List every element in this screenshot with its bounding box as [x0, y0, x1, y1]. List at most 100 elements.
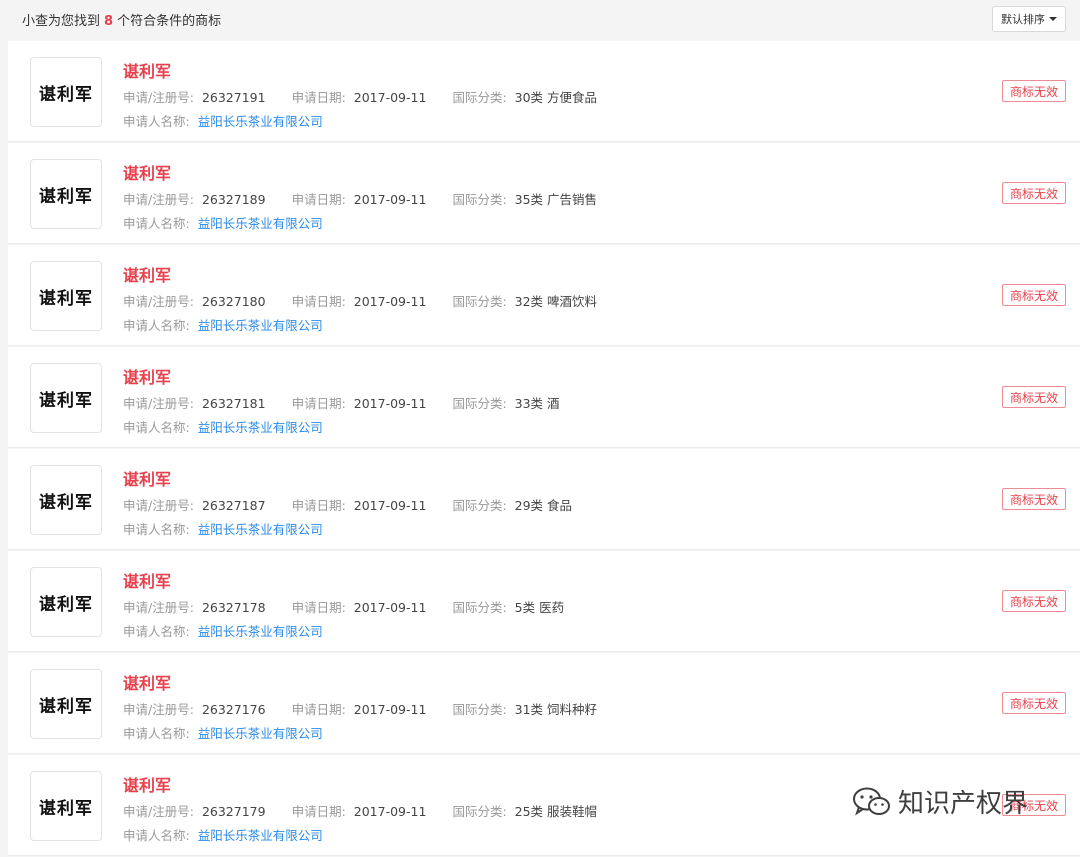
- applicant-row: 申请人名称: 益阳长乐茶业有限公司: [123, 519, 323, 538]
- applicant-row: 申请人名称: 益阳长乐茶业有限公司: [123, 315, 323, 334]
- trademark-logo[interactable]: 谌利军: [30, 567, 102, 637]
- reg-no-value: 26327180: [201, 294, 266, 309]
- applicant-row: 申请人名称: 益阳长乐茶业有限公司: [123, 621, 323, 640]
- trademark-name[interactable]: 谌利军: [123, 262, 171, 286]
- class-label: 国际分类:: [452, 498, 507, 513]
- class-value: 30类 方便食品: [514, 90, 598, 105]
- trademark-logo[interactable]: 谌利军: [30, 261, 102, 331]
- sort-label: 默认排序: [1001, 13, 1045, 26]
- status-badge[interactable]: 商标无效: [1002, 80, 1066, 102]
- status-badge[interactable]: 商标无效: [1002, 590, 1066, 612]
- status-badge[interactable]: 商标无效: [1002, 386, 1066, 408]
- date-value: 2017-09-11: [353, 498, 427, 513]
- applicant-label: 申请人名称:: [123, 726, 190, 741]
- reg-no-label: 申请/注册号:: [123, 90, 194, 105]
- trademark-meta: 申请/注册号: 26327180 申请日期: 2017-09-11 国际分类: 32类 啤…: [123, 291, 597, 310]
- applicant-row: 申请人名称: 益阳长乐茶业有限公司: [123, 825, 323, 844]
- status-badge[interactable]: 商标无效: [1002, 794, 1066, 816]
- applicant-link[interactable]: 益阳长乐茶业有限公司: [198, 726, 323, 741]
- reg-no-value: 26327178: [201, 600, 266, 615]
- reg-no-value: 26327191: [201, 90, 266, 105]
- applicant-link[interactable]: 益阳长乐茶业有限公司: [198, 624, 323, 639]
- trademark-logo[interactable]: 谌利军: [30, 159, 102, 229]
- status-badge[interactable]: 商标无效: [1002, 182, 1066, 204]
- date-label: 申请日期:: [291, 804, 346, 819]
- applicant-link[interactable]: 益阳长乐茶业有限公司: [198, 114, 323, 129]
- class-label: 国际分类:: [452, 600, 507, 615]
- trademark-meta: 申请/注册号: 26327176 申请日期: 2017-09-11 国际分类: 31类 饲…: [123, 699, 597, 718]
- trademark-meta: 申请/注册号: 26327189 申请日期: 2017-09-11 国际分类: 35类 广…: [123, 189, 597, 208]
- trademark-row[interactable]: 谌利军 谌利军 申请/注册号: 26327178 申请日期: 2017-09-11 国际…: [8, 551, 1080, 652]
- applicant-row: 申请人名称: 益阳长乐茶业有限公司: [123, 213, 323, 232]
- date-label: 申请日期:: [291, 294, 346, 309]
- trademark-row[interactable]: 谌利军 谌利军 申请/注册号: 26327180 申请日期: 2017-09-11 国际…: [8, 245, 1080, 346]
- trademark-logo[interactable]: 谌利军: [30, 363, 102, 433]
- applicant-row: 申请人名称: 益阳长乐茶业有限公司: [123, 417, 323, 436]
- date-label: 申请日期:: [291, 192, 346, 207]
- trademark-row[interactable]: 谌利军 谌利军 申请/注册号: 26327181 申请日期: 2017-09-11 国际…: [8, 347, 1080, 448]
- trademark-row[interactable]: 谌利军 谌利军 申请/注册号: 26327191 申请日期: 2017-09-11 国际…: [8, 41, 1080, 142]
- applicant-link[interactable]: 益阳长乐茶业有限公司: [198, 216, 323, 231]
- date-value: 2017-09-11: [353, 804, 427, 819]
- applicant-row: 申请人名称: 益阳长乐茶业有限公司: [123, 111, 323, 130]
- trademark-logo[interactable]: 谌利军: [30, 669, 102, 739]
- applicant-link[interactable]: 益阳长乐茶业有限公司: [198, 318, 323, 333]
- trademark-name[interactable]: 谌利军: [123, 670, 171, 694]
- reg-no-label: 申请/注册号:: [123, 804, 194, 819]
- applicant-label: 申请人名称:: [123, 828, 190, 843]
- date-value: 2017-09-11: [353, 702, 427, 717]
- trademark-logo[interactable]: 谌利军: [30, 771, 102, 841]
- results-summary: 小查为您找到 8 个符合条件的商标: [22, 10, 221, 29]
- trademark-logo[interactable]: 谌利军: [30, 57, 102, 127]
- reg-no-value: 26327176: [201, 702, 266, 717]
- trademark-name[interactable]: 谌利军: [123, 568, 171, 592]
- status-badge[interactable]: 商标无效: [1002, 284, 1066, 306]
- trademark-row[interactable]: 谌利军 谌利军 申请/注册号: 26327176 申请日期: 2017-09-11 国际…: [8, 653, 1080, 754]
- reg-no-value: 26327187: [201, 498, 266, 513]
- trademark-logo[interactable]: 谌利军: [30, 465, 102, 535]
- applicant-link[interactable]: 益阳长乐茶业有限公司: [198, 828, 323, 843]
- trademark-name[interactable]: 谌利军: [123, 364, 171, 388]
- reg-no-value: 26327179: [201, 804, 266, 819]
- class-value: 25类 服装鞋帽: [514, 804, 598, 819]
- class-label: 国际分类:: [452, 396, 507, 411]
- summary-prefix: 小查为您找到: [22, 14, 101, 29]
- date-label: 申请日期:: [291, 702, 346, 717]
- trademark-name[interactable]: 谌利军: [123, 466, 171, 490]
- applicant-label: 申请人名称:: [123, 420, 190, 435]
- trademark-meta: 申请/注册号: 26327187 申请日期: 2017-09-11 国际分类: 29类 食…: [123, 495, 572, 514]
- trademark-list: 谌利军 谌利军 申请/注册号: 26327191 申请日期: 2017-09-11 国际…: [8, 41, 1080, 857]
- date-label: 申请日期:: [291, 396, 346, 411]
- applicant-row: 申请人名称: 益阳长乐茶业有限公司: [123, 723, 323, 742]
- trademark-row[interactable]: 谌利军 谌利军 申请/注册号: 26327179 申请日期: 2017-09-11 国际…: [8, 755, 1080, 856]
- applicant-label: 申请人名称:: [123, 624, 190, 639]
- reg-no-label: 申请/注册号:: [123, 396, 194, 411]
- date-value: 2017-09-11: [353, 192, 427, 207]
- date-value: 2017-09-11: [353, 396, 427, 411]
- trademark-row[interactable]: 谌利军 谌利军 申请/注册号: 26327187 申请日期: 2017-09-11 国际…: [8, 449, 1080, 550]
- applicant-link[interactable]: 益阳长乐茶业有限公司: [198, 420, 323, 435]
- trademark-row[interactable]: 谌利军 谌利军 申请/注册号: 26327189 申请日期: 2017-09-11 国际…: [8, 143, 1080, 244]
- date-label: 申请日期:: [291, 600, 346, 615]
- applicant-label: 申请人名称:: [123, 114, 190, 129]
- result-count: 8: [104, 14, 114, 29]
- class-label: 国际分类:: [452, 294, 507, 309]
- class-label: 国际分类:: [452, 702, 507, 717]
- trademark-name[interactable]: 谌利军: [123, 58, 171, 82]
- class-label: 国际分类:: [452, 192, 507, 207]
- reg-no-value: 26327189: [201, 192, 266, 207]
- trademark-name[interactable]: 谌利军: [123, 772, 171, 796]
- status-badge[interactable]: 商标无效: [1002, 488, 1066, 510]
- sort-dropdown[interactable]: 默认排序: [992, 6, 1066, 32]
- class-label: 国际分类:: [452, 90, 507, 105]
- trademark-meta: 申请/注册号: 26327181 申请日期: 2017-09-11 国际分类: 33类 酒: [123, 393, 560, 412]
- class-value: 5类 医药: [514, 600, 565, 615]
- trademark-name[interactable]: 谌利军: [123, 160, 171, 184]
- class-value: 31类 饲料种籽: [514, 702, 598, 717]
- status-badge[interactable]: 商标无效: [1002, 692, 1066, 714]
- date-label: 申请日期:: [291, 498, 346, 513]
- date-value: 2017-09-11: [353, 600, 427, 615]
- applicant-link[interactable]: 益阳长乐茶业有限公司: [198, 522, 323, 537]
- reg-no-label: 申请/注册号:: [123, 702, 194, 717]
- results-header: 小查为您找到 8 个符合条件的商标 默认排序: [8, 0, 1080, 40]
